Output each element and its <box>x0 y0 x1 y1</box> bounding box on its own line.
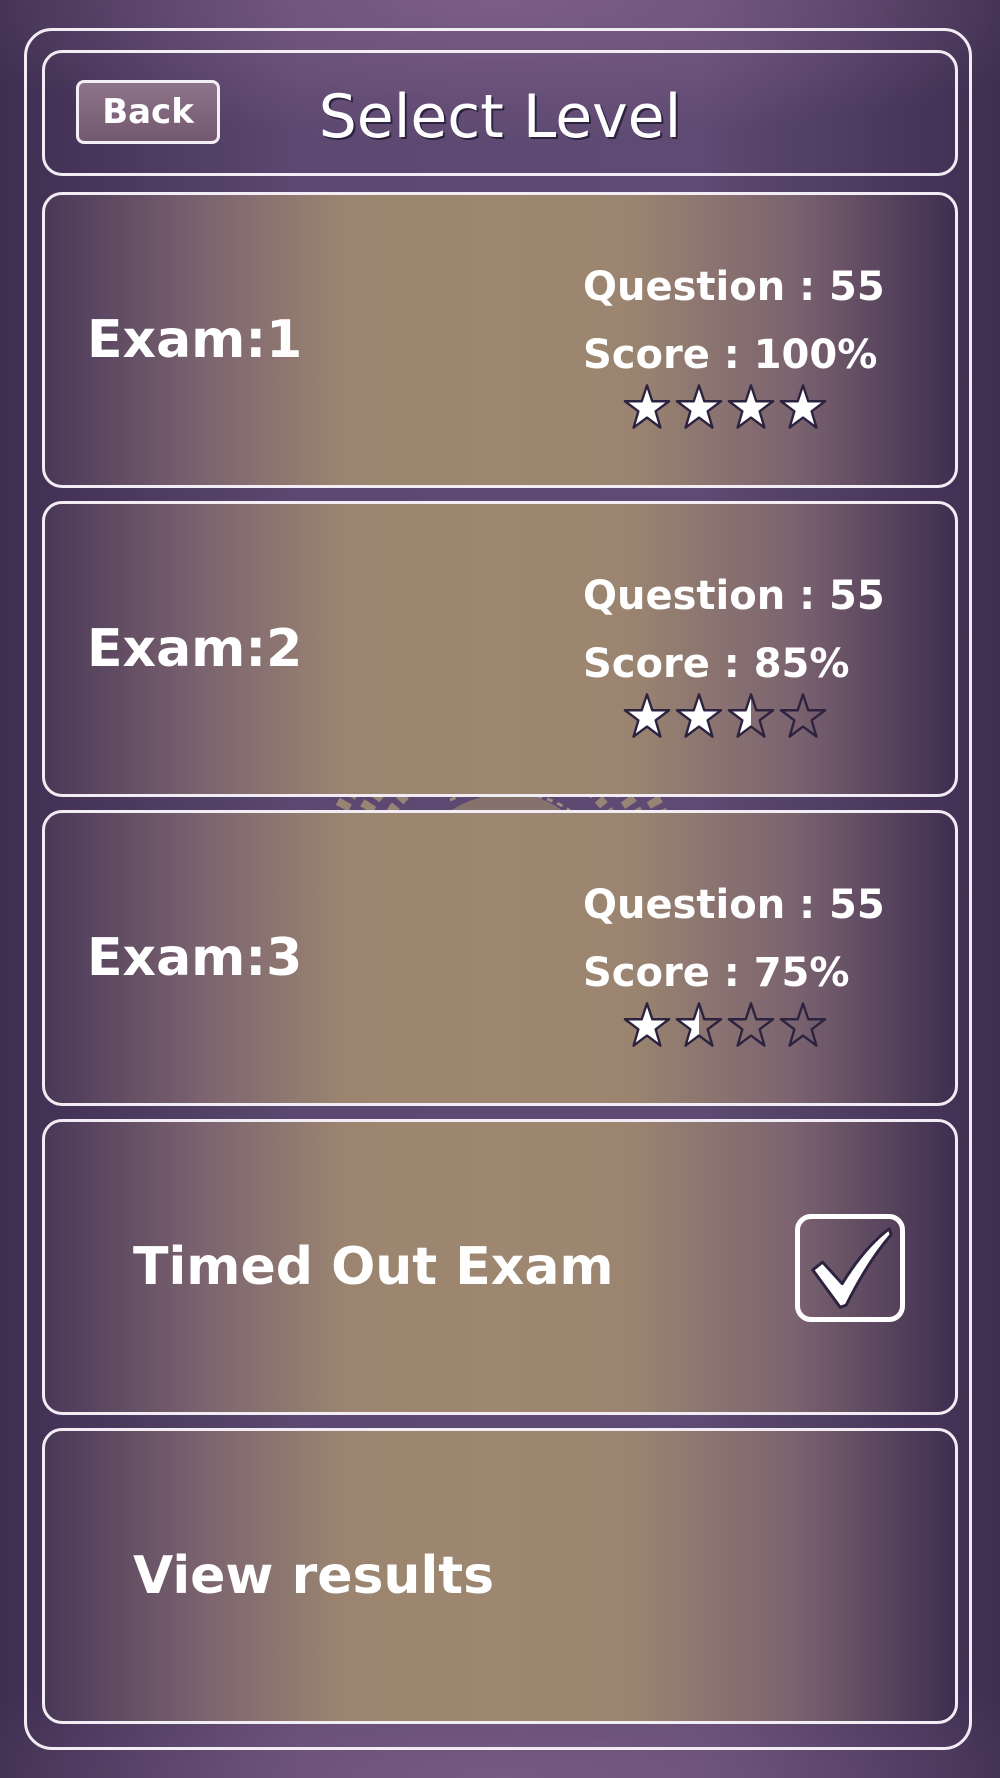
star-half-icon <box>675 1002 723 1047</box>
exam-card-1[interactable]: Exam:1 Question : 55 Score : 100% <box>42 192 958 488</box>
exam-title: Exam:2 <box>87 619 303 679</box>
timed-out-checkbox[interactable] <box>795 1214 905 1322</box>
star-empty-icon <box>779 1002 827 1047</box>
star-full-icon <box>727 384 775 429</box>
star-full-icon <box>623 384 671 429</box>
page-title: Select Level <box>318 82 682 152</box>
exam-info: Question : 55 Score : 75% <box>583 871 913 1007</box>
star-rating <box>623 383 833 433</box>
question-count: Question : 55 <box>583 882 885 928</box>
exam-title: Exam:3 <box>87 928 303 988</box>
view-results-label: View results <box>133 1546 495 1606</box>
star-half-icon <box>727 693 775 738</box>
star-full-icon <box>623 1002 671 1047</box>
checkmark-icon <box>811 1227 893 1309</box>
star-full-icon <box>779 384 827 429</box>
timed-out-exam-label: Timed Out Exam <box>133 1237 614 1297</box>
exam-title: Exam:1 <box>87 310 303 370</box>
star-rating <box>623 1001 833 1051</box>
timed-out-exam-card[interactable]: Timed Out Exam <box>42 1119 958 1415</box>
score-text: Score : 85% <box>583 641 850 687</box>
view-results-card[interactable]: View results <box>42 1428 958 1724</box>
star-empty-icon <box>727 1002 775 1047</box>
score-text: Score : 75% <box>583 950 850 996</box>
question-count: Question : 55 <box>583 573 885 619</box>
star-full-icon <box>675 384 723 429</box>
star-empty-icon <box>779 693 827 738</box>
star-full-icon <box>623 693 671 738</box>
exam-info: Question : 55 Score : 100% <box>583 253 913 389</box>
exam-card-2[interactable]: Exam:2 Question : 55 Score : 85% <box>42 501 958 797</box>
question-count: Question : 55 <box>583 264 885 310</box>
star-rating <box>623 692 833 742</box>
score-text: Score : 100% <box>583 332 878 378</box>
back-button[interactable]: Back <box>76 80 220 144</box>
exam-card-3[interactable]: Exam:3 Question : 55 Score : 75% <box>42 810 958 1106</box>
exam-info: Question : 55 Score : 85% <box>583 562 913 698</box>
star-full-icon <box>675 693 723 738</box>
